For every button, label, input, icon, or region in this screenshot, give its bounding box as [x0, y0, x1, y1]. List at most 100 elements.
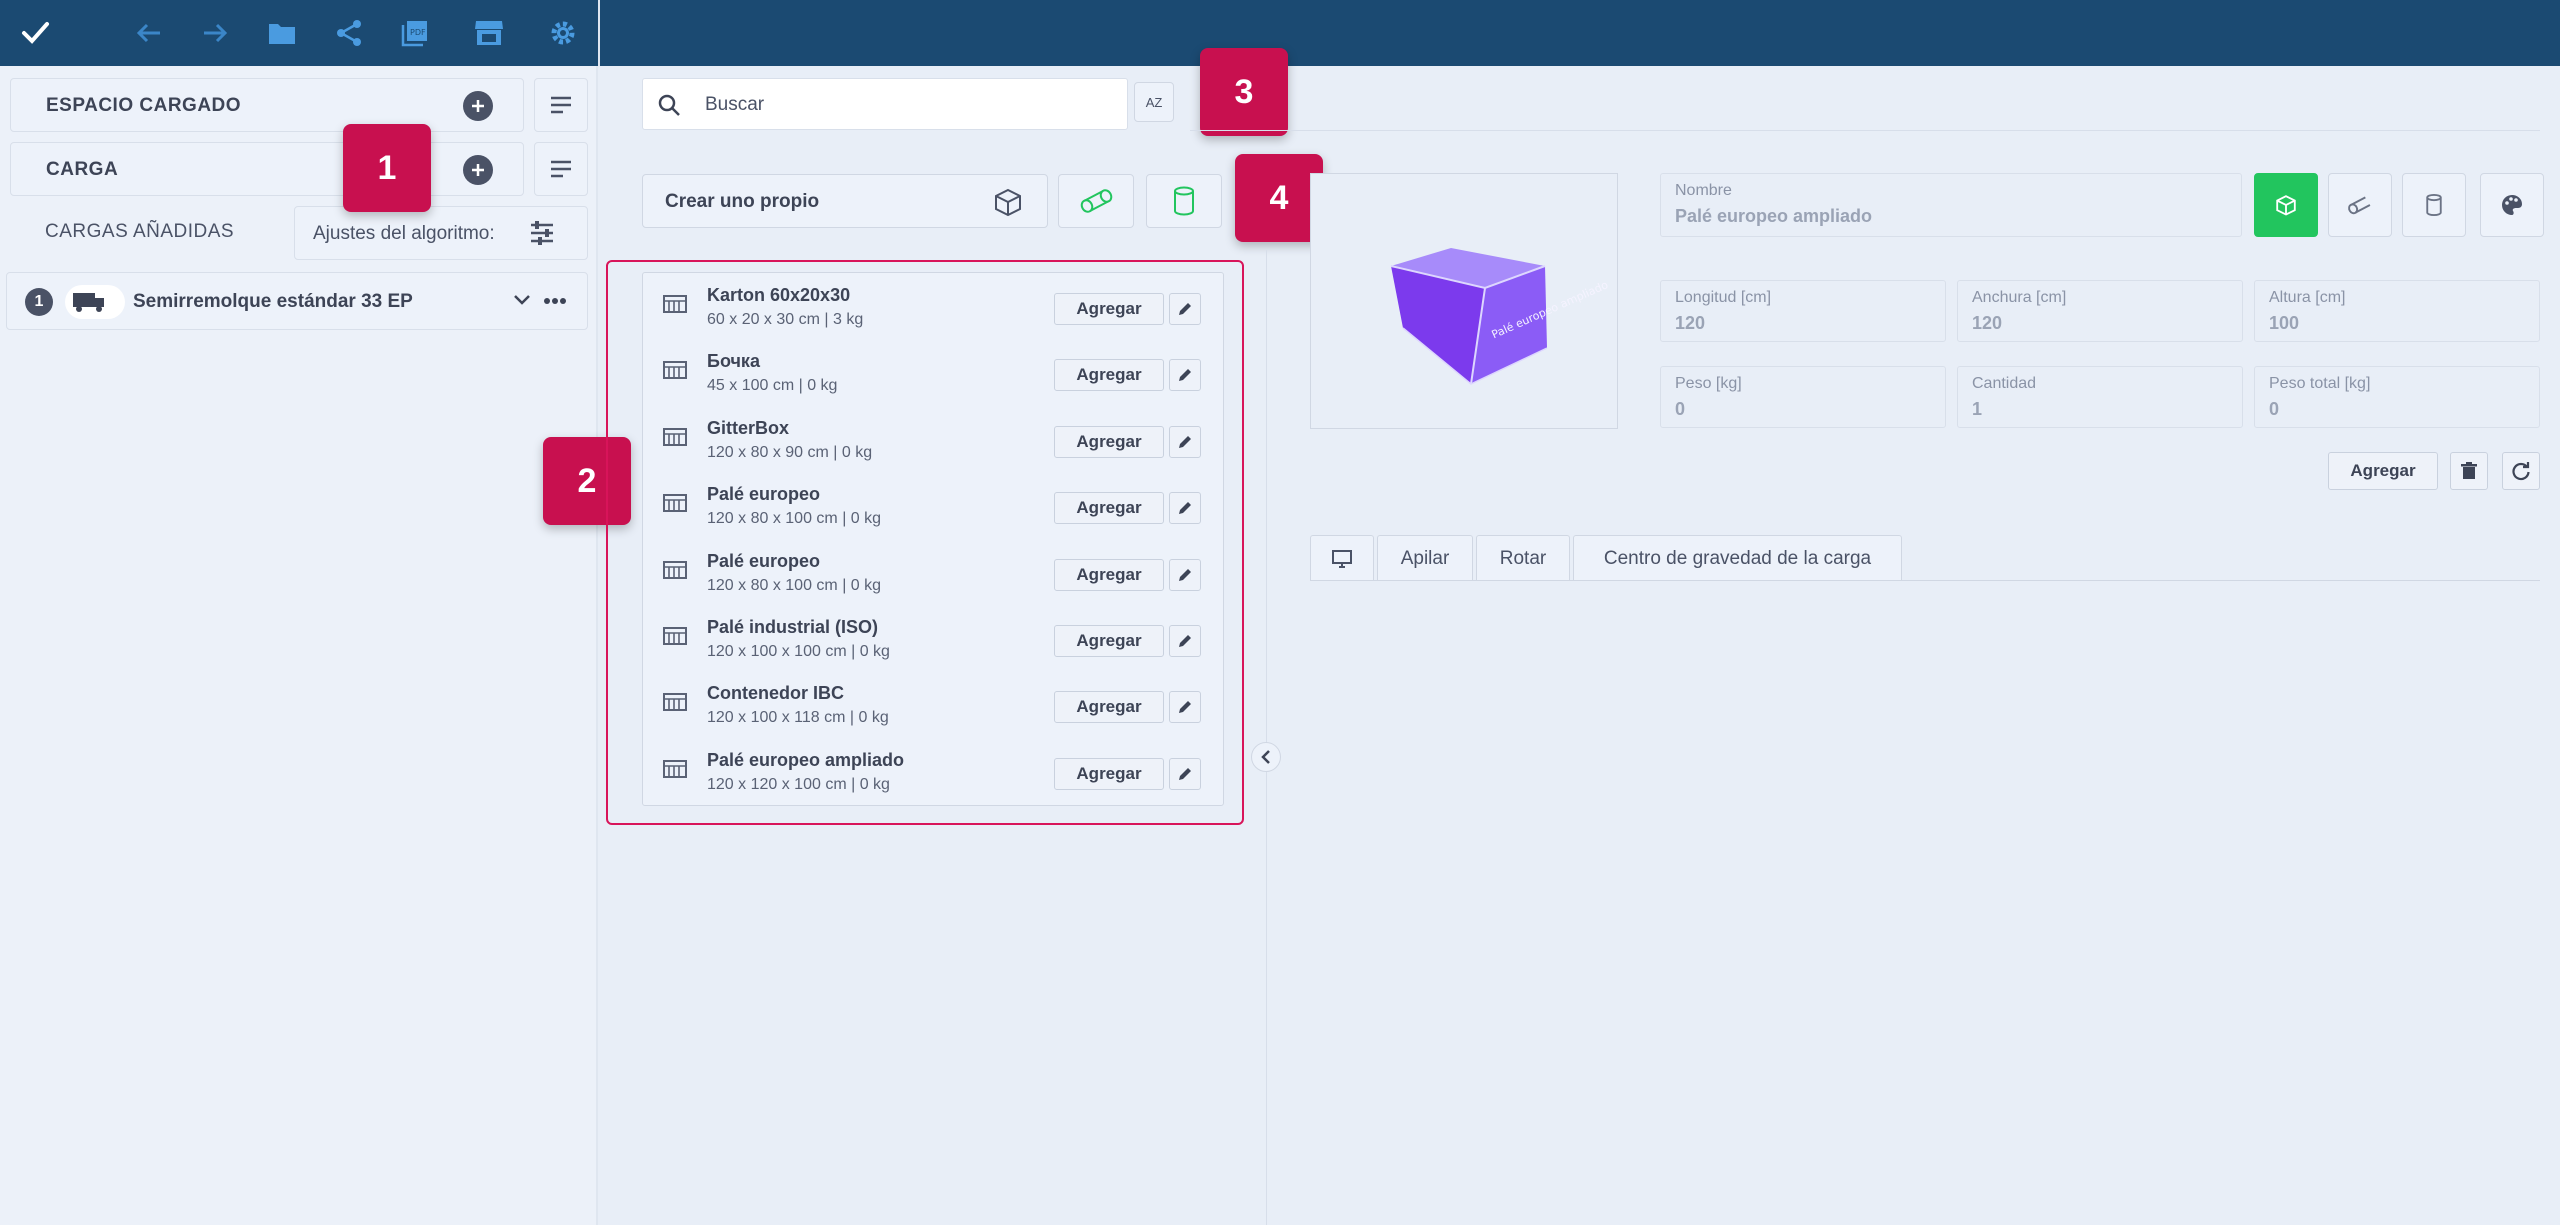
sort-az-button[interactable]: AZ: [1134, 82, 1174, 122]
color-palette-button[interactable]: [2480, 173, 2544, 237]
edit-item-button[interactable]: [1169, 757, 1201, 790]
tab-view[interactable]: [1310, 535, 1374, 581]
pallet-icon: [663, 295, 687, 313]
pallet-icon: [663, 627, 687, 645]
cargo-menu-icon[interactable]: [534, 142, 588, 196]
item-dimensions: 120 x 100 x 100 cm | 0 kg: [707, 643, 890, 660]
monitor-icon: [1332, 549, 1352, 568]
item-name: Palé europeo ampliado: [707, 749, 905, 770]
cylinder-horizontal-button[interactable]: [1058, 174, 1134, 228]
list-item[interactable]: Karton 60x20x30 60 x 20 x 30 cm | 3 kg Agr…: [643, 275, 1223, 341]
list-item[interactable]: Бочка 45 x 100 cm | 0 kg Agregar: [643, 341, 1223, 407]
pallet-icon: [663, 693, 687, 712]
cargo-button[interactable]: CARGA: [10, 142, 524, 196]
total-weight-value: 0: [2269, 399, 2280, 419]
item-dimensions: 60 x 20 x 30 cm | 3 kg: [707, 311, 864, 328]
pencil-icon: [1178, 568, 1192, 582]
back-arrow-icon[interactable]: [134, 18, 164, 48]
chevron-left-icon: [1261, 750, 1270, 764]
add-item-button[interactable]: Agregar: [1054, 691, 1164, 724]
chevron-down-icon[interactable]: [513, 293, 531, 307]
algorithm-settings-button[interactable]: Ajustes del algoritmo:: [294, 206, 588, 260]
cargo-preview: Palé europeo ampliado: [1310, 173, 1618, 429]
edit-item-button[interactable]: [1169, 359, 1201, 392]
name-label: Nombre: [1675, 182, 1732, 199]
add-item-button[interactable]: Agregar: [1054, 558, 1164, 591]
cylinder-horizontal-icon: [2348, 196, 2371, 215]
forward-arrow-icon[interactable]: [200, 18, 230, 48]
svg-text:PDF: PDF: [410, 28, 426, 37]
total-weight-field[interactable]: Peso total [kg] 0: [2254, 366, 2540, 428]
item-dimensions: 45 x 100 cm | 0 kg: [707, 377, 838, 395]
quantity-field[interactable]: Cantidad 1: [1957, 366, 2243, 428]
more-options-icon[interactable]: [543, 297, 567, 305]
loaded-space-button[interactable]: ESPACIO CARGADO: [10, 78, 524, 132]
tab-center-of-gravity[interactable]: Centro de gravedad de la carga: [1573, 535, 1902, 581]
space-menu-icon[interactable]: [534, 78, 588, 132]
collapse-panel-button[interactable]: [1251, 742, 1281, 772]
quantity-label: Cantidad: [1972, 375, 2037, 392]
add-cargo-button[interactable]: Agregar: [2328, 452, 2438, 490]
height-value: 100: [2269, 313, 2300, 333]
topbar-divider: [598, 0, 600, 66]
add-item-button[interactable]: Agregar: [1054, 425, 1164, 458]
cylinder-horizontal-shape-button[interactable]: [2328, 173, 2392, 237]
add-space-icon[interactable]: [463, 91, 493, 121]
refresh-icon: [2512, 462, 2530, 481]
item-dimensions: 120 x 120 x 100 cm | 0 kg: [707, 775, 890, 793]
edit-item-button[interactable]: [1169, 492, 1201, 525]
list-item[interactable]: GitterBox 120 x 80 x 90 cm | 0 kg Agregar: [643, 408, 1223, 474]
truck-row[interactable]: 1 Semirremolque estándar 33 EP: [6, 272, 588, 330]
edit-item-button[interactable]: [1169, 625, 1201, 657]
add-item-button[interactable]: Agregar: [1054, 359, 1164, 392]
cylinder-vertical-shape-button[interactable]: [2402, 173, 2466, 237]
search-input[interactable]: [705, 91, 1105, 119]
add-item-button[interactable]: Agregar: [1054, 757, 1164, 790]
add-item-button[interactable]: Agregar: [1054, 625, 1164, 657]
reset-button[interactable]: [2502, 452, 2540, 490]
search-box[interactable]: [642, 78, 1128, 130]
tab-rotate[interactable]: Rotar: [1476, 535, 1570, 581]
add-item-button[interactable]: Agregar: [1054, 293, 1164, 325]
length-field[interactable]: Longitud [cm] 120: [1660, 280, 1946, 342]
share-icon[interactable]: [334, 18, 364, 48]
pencil-icon: [1178, 700, 1192, 714]
box-icon: [993, 187, 1023, 217]
pencil-icon: [1178, 501, 1192, 515]
edit-item-button[interactable]: [1169, 425, 1201, 458]
item-name: Бочка: [707, 351, 760, 372]
edit-item-button[interactable]: [1169, 558, 1201, 591]
add-item-button[interactable]: Agregar: [1054, 492, 1164, 525]
check-icon[interactable]: [20, 18, 50, 48]
list-item[interactable]: Palé europeo 120 x 80 x 100 cm | 0 kg Agre…: [643, 541, 1223, 607]
quantity-value: 1: [1972, 399, 1983, 419]
edit-item-button[interactable]: [1169, 691, 1201, 724]
name-value: Palé europeo ampliado: [1675, 206, 1873, 226]
item-name: Palé europeo: [707, 550, 821, 571]
tab-stack[interactable]: Apilar: [1377, 535, 1473, 581]
delete-button[interactable]: [2450, 452, 2488, 490]
create-own-button[interactable]: Crear uno propio: [642, 174, 1048, 228]
list-item[interactable]: Contenedor IBC 120 x 100 x 118 cm | 0 kg A…: [643, 673, 1223, 739]
list-item[interactable]: Palé industrial (ISO) 120 x 100 x 100 cm …: [643, 607, 1223, 673]
trash-icon: [2461, 462, 2477, 479]
height-field[interactable]: Altura [cm] 100: [2254, 280, 2540, 342]
width-field[interactable]: Anchura [cm] 120: [1957, 280, 2243, 342]
list-item[interactable]: Palé europeo ampliado 120 x 120 x 100 cm …: [643, 740, 1223, 806]
list-item[interactable]: Palé europeo 120 x 80 x 100 cm | 0 kg Agre…: [643, 474, 1223, 540]
add-cargo-icon[interactable]: [463, 155, 493, 185]
name-field[interactable]: Nombre Palé europeo ampliado: [1660, 173, 2242, 237]
pdf-icon[interactable]: PDF: [400, 18, 430, 48]
box-shape-button[interactable]: [2254, 173, 2318, 237]
weight-field[interactable]: Peso [kg] 0: [1660, 366, 1946, 428]
length-label: Longitud [cm]: [1675, 289, 1772, 306]
cylinder-vertical-button[interactable]: [1146, 174, 1222, 228]
edit-item-button[interactable]: [1169, 293, 1201, 325]
cylinder-horizontal-icon: [1080, 189, 1113, 213]
sliders-icon: [529, 221, 555, 245]
gear-icon[interactable]: [548, 18, 578, 48]
cargo-label: CARGA: [46, 159, 119, 180]
folder-icon[interactable]: [267, 18, 297, 48]
panel-divider: [1266, 250, 1267, 1225]
store-icon[interactable]: [474, 18, 504, 48]
